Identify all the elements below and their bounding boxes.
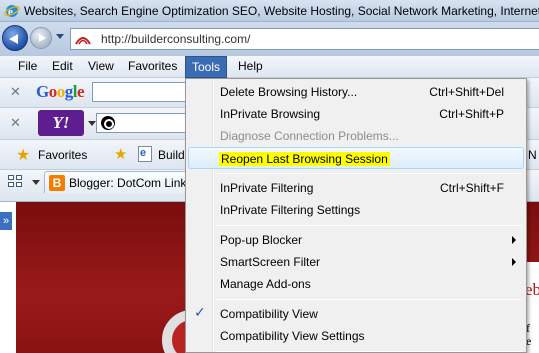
tab-label: Blogger: DotCom Link (69, 176, 187, 190)
menu-item-compatibility-view-settings[interactable]: Compatibility View Settings (188, 325, 524, 347)
site-favicon-icon (75, 37, 91, 45)
checkmark-icon: ✓ (194, 305, 206, 321)
shortcut-text: Ctrl+Shift+F (439, 181, 504, 195)
blogger-icon: B (49, 175, 65, 191)
menu-file[interactable]: File (12, 56, 43, 78)
menu-bar: File Edit View Favorites Tools Help (0, 56, 539, 78)
shortcut-text: Ctrl+Shift+P (439, 107, 504, 121)
menu-tools[interactable]: Tools (185, 56, 228, 78)
menu-item-smartscreen-filter[interactable]: SmartScreen Filter (188, 251, 524, 273)
google-logo[interactable]: Google (36, 82, 85, 102)
menu-item-manage-addons[interactable]: Manage Add-ons (188, 273, 524, 295)
google-search-input[interactable] (92, 82, 192, 102)
menu-favorites[interactable]: Favorites (122, 56, 183, 78)
menu-separator (216, 299, 522, 300)
page-icon: e (138, 146, 152, 162)
menu-item-inprivate-filtering-settings[interactable]: InPrivate Filtering Settings (188, 199, 524, 221)
close-toolbar-icon[interactable]: ✕ (10, 116, 21, 131)
favorites-link[interactable]: Build (158, 148, 185, 162)
yahoo-logo[interactable]: Y! (38, 110, 84, 136)
menu-view[interactable]: View (82, 56, 120, 78)
tab-blogger[interactable]: B Blogger: DotCom Link (44, 171, 194, 193)
add-to-favorites-bar-icon[interactable]: ★ (114, 145, 127, 163)
menu-item-compatibility-view[interactable]: ✓ Compatibility View (188, 303, 524, 325)
tools-menu: Delete Browsing History... Ctrl+Shift+De… (185, 78, 527, 353)
favorites-link-overflow[interactable]: N (528, 148, 537, 162)
menu-item-inprivate-browsing[interactable]: InPrivate Browsing Ctrl+Shift+P (188, 103, 524, 125)
menu-item-delete-browsing-history[interactable]: Delete Browsing History... Ctrl+Shift+De… (188, 81, 524, 103)
title-bar: e Websites, Search Engine Optimization S… (0, 0, 539, 22)
search-icon (101, 116, 115, 130)
menu-separator (216, 351, 522, 352)
sidebar-expand-icon[interactable]: » (0, 212, 12, 230)
shortcut-text: Ctrl+Shift+Del (429, 85, 504, 99)
menu-item-inprivate-filtering[interactable]: InPrivate Filtering Ctrl+Shift+F (188, 177, 524, 199)
banner-text: ebs (525, 280, 539, 299)
favorites-star-icon: ★ (16, 145, 31, 164)
menu-separator (216, 173, 522, 174)
submenu-arrow-icon (512, 258, 516, 266)
address-url[interactable]: http://builderconsulting.com/ (101, 32, 250, 46)
recent-pages-dropdown-icon[interactable] (56, 34, 64, 39)
favorites-button[interactable]: Favorites (38, 148, 87, 162)
back-button[interactable] (2, 25, 28, 51)
menu-item-diagnose-connection: Diagnose Connection Problems... (220, 129, 399, 143)
tab-list-dropdown-icon[interactable] (32, 180, 40, 185)
address-bar[interactable]: http://builderconsulting.com/ (70, 28, 539, 50)
yahoo-menu-dropdown-icon[interactable] (88, 121, 96, 126)
menu-item-popup-blocker[interactable]: Pop-up Blocker (188, 229, 524, 251)
close-toolbar-icon[interactable]: ✕ (10, 85, 21, 100)
ie-logo-icon: e (4, 5, 20, 18)
forward-button[interactable] (30, 27, 52, 49)
menu-separator (216, 225, 522, 226)
menu-edit[interactable]: Edit (46, 56, 79, 78)
yahoo-search-input[interactable] (96, 113, 192, 133)
quick-tabs-icon[interactable] (8, 175, 24, 189)
navigation-bar: http://builderconsulting.com/ (0, 22, 539, 56)
window-title: Websites, Search Engine Optimization SEO… (24, 4, 539, 18)
menu-item-reopen-last-session[interactable]: Reopen Last Browsing Session (188, 147, 524, 169)
submenu-arrow-icon (512, 236, 516, 244)
menu-help[interactable]: Help (232, 56, 269, 78)
